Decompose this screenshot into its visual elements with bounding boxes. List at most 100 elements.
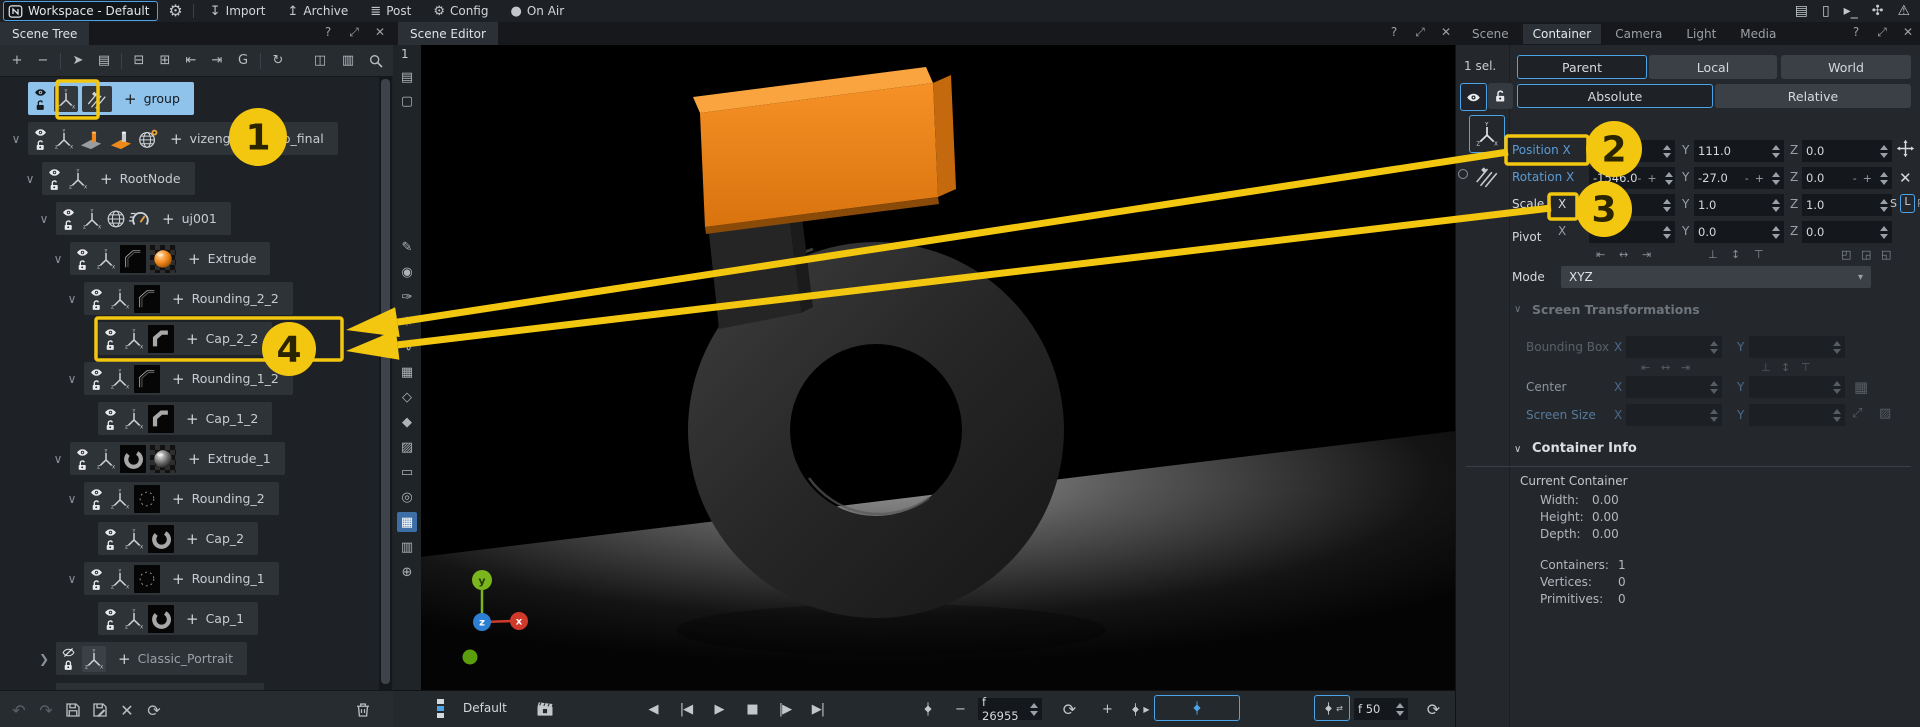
rotation-x-field[interactable]: -1546.0-+ <box>1589 167 1675 189</box>
screen-size-x-field[interactable] <box>1626 404 1722 426</box>
split-view-button[interactable]: ◫ <box>309 50 331 72</box>
tree-scrollbar[interactable] <box>379 77 392 690</box>
clapperboard-icon[interactable] <box>533 698 557 720</box>
maximize-icon[interactable]: ⤢ <box>1412 25 1428 40</box>
menu-item-archive[interactable]: ↥Archive <box>287 4 348 18</box>
row-add-icon[interactable]: + <box>188 250 201 268</box>
relative-values-button[interactable]: Relative <box>1715 84 1911 108</box>
axis-icon[interactable] <box>94 246 118 272</box>
scale-z-field[interactable]: 1.0 <box>1802 194 1892 216</box>
eye-icon[interactable] <box>48 166 61 179</box>
texture-tool-icon[interactable]: ▨ <box>397 437 417 457</box>
tree-row-uj001[interactable]: +uj001 <box>56 202 231 235</box>
stats-tool-icon[interactable]: ▥ <box>397 537 417 557</box>
selection-visibility-toggle[interactable] <box>1460 83 1487 111</box>
expand-tree-button[interactable]: ⊞ <box>154 50 176 72</box>
maximize-icon[interactable]: ⤢ <box>346 25 362 40</box>
axis-icon[interactable] <box>108 286 132 312</box>
container-name-label[interactable]: vizengine5_logo_final <box>190 131 324 146</box>
move-out-button[interactable]: ⇤ <box>180 50 202 72</box>
add-group-button[interactable]: G <box>232 50 254 72</box>
redo-button[interactable]: ↷ <box>35 699 57 721</box>
menu-item-config[interactable]: ⚙Config <box>433 4 488 18</box>
geometry-thumbnail[interactable] <box>120 445 146 473</box>
trash-icon[interactable] <box>352 699 374 721</box>
row-add-icon[interactable]: + <box>100 170 113 188</box>
rotation-reset-icon[interactable]: ✕ <box>1899 169 1912 187</box>
axis-icon[interactable] <box>94 446 118 472</box>
warning-icon[interactable]: ⚠ <box>1897 4 1910 18</box>
save-button[interactable] <box>62 699 84 721</box>
material-ramp-orange-icon[interactable] <box>106 126 136 152</box>
lock-open-icon[interactable] <box>104 539 117 552</box>
rotation-y-field[interactable]: -27.0-+ <box>1694 167 1784 189</box>
chevron-down-icon[interactable]: ∨ <box>50 452 66 466</box>
active-keyframe-button[interactable] <box>1154 695 1240 721</box>
pivot-x-field[interactable]: 0.0 <box>1589 221 1675 243</box>
close-icon[interactable]: ✕ <box>1438 25 1454 40</box>
remove-container-button[interactable]: − <box>32 50 54 72</box>
bb-align-left-icon[interactable]: ⇤ <box>1641 361 1650 374</box>
lock-open-icon[interactable] <box>76 459 89 472</box>
maximize-icon[interactable]: ⤢ <box>1874 25 1890 40</box>
stop-button[interactable]: ■ <box>738 698 766 720</box>
help-icon[interactable]: ? <box>320 25 336 40</box>
bb-align-center-y-icon[interactable]: ↕ <box>1781 361 1790 374</box>
row-add-icon[interactable]: + <box>172 490 185 508</box>
tree-row-vizengine5_logo_final[interactable]: +vizengine5_logo_final <box>28 122 338 155</box>
row-add-icon[interactable]: + <box>172 570 185 588</box>
pivot-align-bottom-icon[interactable]: ⊥ <box>1708 248 1718 261</box>
eye-icon[interactable] <box>104 326 117 339</box>
bb-y-field[interactable] <box>1749 336 1845 358</box>
rotation-x-minus[interactable]: - <box>1637 172 1641 185</box>
row-add-icon[interactable]: + <box>118 650 131 668</box>
axis-icon[interactable] <box>108 366 132 392</box>
lock-open-icon[interactable] <box>90 379 103 392</box>
viewport-layout-icon[interactable]: ▢ <box>397 91 417 111</box>
library-icon[interactable]: ▯ <box>1822 4 1830 18</box>
material-ramp-icon[interactable] <box>76 126 106 152</box>
end-frame-field[interactable]: f 50 <box>1354 698 1408 720</box>
eye-icon[interactable] <box>90 566 103 579</box>
console-icon[interactable]: ▸_ <box>1844 4 1858 18</box>
row-add-icon[interactable]: + <box>172 290 185 308</box>
pivot-align-center-x-icon[interactable]: ↔ <box>1619 248 1628 261</box>
rotation-y-minus[interactable]: - <box>1745 172 1749 185</box>
fx-radio-icon[interactable] <box>1458 169 1468 179</box>
lock-open-icon[interactable] <box>48 179 61 192</box>
row-add-icon[interactable]: + <box>172 370 185 388</box>
chevron-down-icon[interactable]: ∨ <box>36 212 52 226</box>
rotation-x-plus[interactable]: + <box>1647 172 1656 185</box>
grid-tool-icon[interactable]: ▦ <box>397 362 417 382</box>
step-forward-button[interactable]: |▶ <box>771 698 799 720</box>
row-add-icon[interactable]: + <box>186 530 199 548</box>
lock-open-icon[interactable] <box>104 339 117 352</box>
tree-row-Extrude[interactable]: +Extrude <box>70 242 270 275</box>
rays-icon[interactable] <box>82 86 112 112</box>
pivot-tool-icon[interactable]: ◎ <box>397 487 417 507</box>
container-info-chevron[interactable]: ∨ <box>1514 444 1521 455</box>
rotation-y-plus[interactable]: + <box>1755 172 1764 185</box>
lock-open-icon[interactable] <box>90 499 103 512</box>
tree-row-Rounding_2[interactable]: +Rounding_2 <box>84 482 279 515</box>
lock-open-icon[interactable] <box>90 579 103 592</box>
bounds-tool-icon[interactable]: ▭ <box>397 462 417 482</box>
eye-icon[interactable] <box>90 286 103 299</box>
lock-open-icon[interactable] <box>104 419 117 432</box>
axis-icon[interactable] <box>54 86 78 112</box>
container-name-label[interactable]: Cap_2_2 <box>206 331 259 346</box>
axis-icon[interactable] <box>66 166 90 192</box>
search-button[interactable] <box>365 50 387 72</box>
keyframe-icon[interactable] <box>918 698 938 720</box>
tree-row-Cap_1_2[interactable]: +Cap_1_2 <box>98 402 272 435</box>
geometry-thumbnail[interactable] <box>148 525 174 553</box>
lock-open-icon[interactable] <box>104 619 117 632</box>
pivot-align-left-icon[interactable]: ⇤ <box>1596 248 1605 261</box>
go-to-start-button[interactable]: |◀ <box>672 698 700 720</box>
geometry-thumbnail[interactable] <box>134 485 160 513</box>
position-reset-icon[interactable] <box>1896 139 1915 161</box>
eye-icon[interactable] <box>90 486 103 499</box>
absolute-values-button[interactable]: Absolute <box>1517 84 1713 108</box>
move-in-button[interactable]: ⇥ <box>206 50 228 72</box>
mode-dropdown[interactable]: XYZ ▾ <box>1561 266 1871 288</box>
